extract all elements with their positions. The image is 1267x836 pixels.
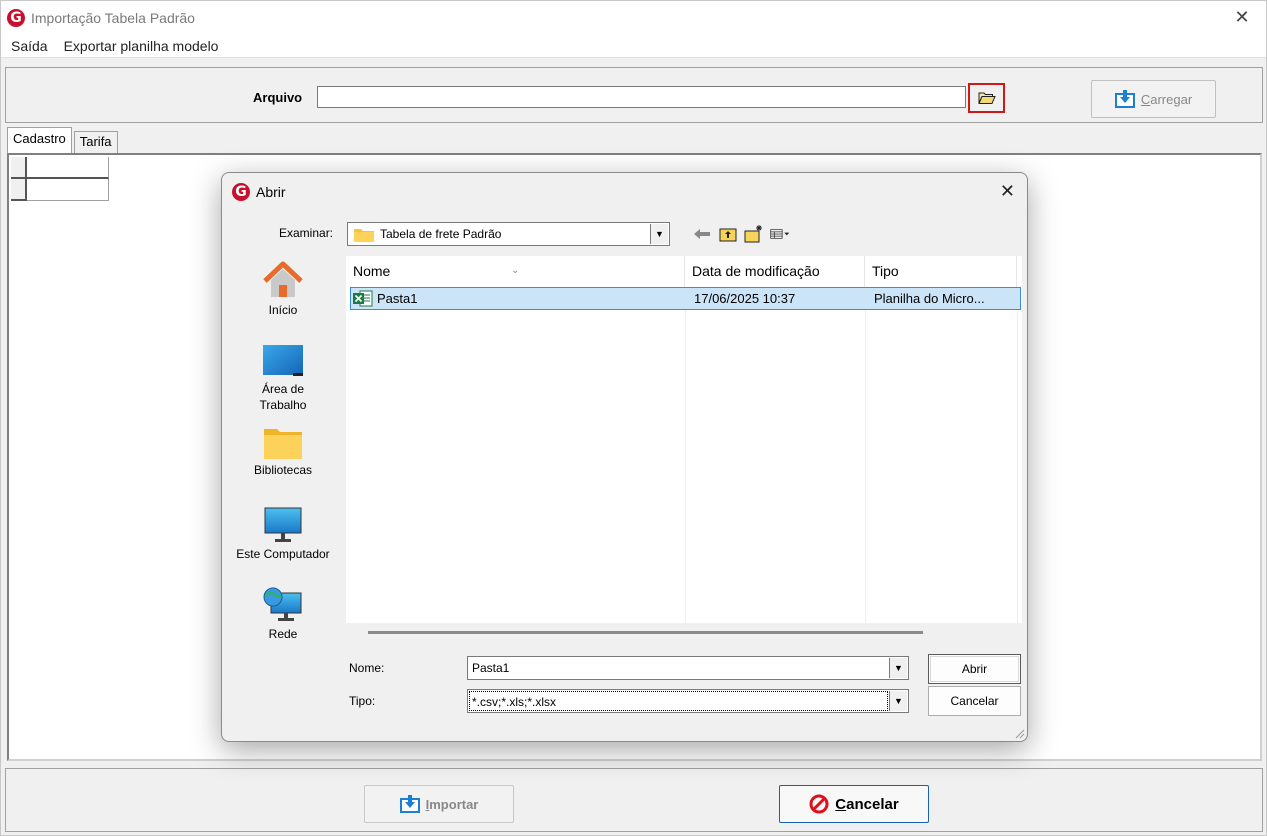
data-grid[interactable]	[11, 157, 109, 201]
folder-open-icon	[977, 92, 996, 104]
arquivo-input[interactable]	[317, 86, 966, 108]
app-logo-icon: G	[7, 8, 25, 27]
chevron-down-icon[interactable]: ▼	[650, 224, 668, 244]
carregar-button[interactable]: Carregar	[1091, 80, 1216, 118]
column-divider	[865, 287, 866, 623]
dialog-close-icon[interactable]: ✕	[1000, 181, 1015, 202]
column-header-tipo[interactable]: Tipo	[865, 256, 1017, 287]
place-label: Este Computador	[236, 547, 330, 561]
tab-tarifa[interactable]: Tarifa	[73, 131, 118, 153]
place-inicio[interactable]: Início	[230, 261, 336, 317]
cancel-prohibited-icon	[809, 794, 829, 814]
column-divider	[1017, 287, 1018, 623]
menu-bar: Saída Exportar planilha modelo	[1, 34, 1266, 58]
import-download-icon	[399, 795, 420, 813]
cancelar-label: Cancelar	[835, 795, 899, 813]
look-in-combo[interactable]: Tabela de frete Padrão ▼	[347, 222, 670, 246]
network-icon	[263, 587, 302, 621]
place-area-de-trabalho[interactable]: Área de Trabalho	[230, 345, 336, 413]
places-bar: Início Área de Trabalho Bibliotecas Este…	[230, 257, 336, 641]
importar-label: Importar	[425, 796, 479, 812]
grid-header-cell	[27, 157, 109, 179]
libraries-folder-icon	[264, 429, 302, 459]
grid-row	[11, 179, 109, 201]
tab-cadastro[interactable]: Cadastro	[7, 127, 72, 153]
sort-chevron-icon: ⌄	[511, 265, 520, 276]
file-list[interactable]: Nome ⌄ Data de modificação Tipo Pasta1 1…	[346, 256, 1022, 623]
home-icon	[263, 261, 303, 297]
file-name-value: Pasta1	[472, 661, 510, 675]
open-file-dialog: G Abrir ✕ Examinar: Tabela de frete Padr…	[221, 172, 1028, 742]
resize-grip-icon[interactable]	[1013, 727, 1025, 739]
place-label: Rede	[268, 627, 298, 641]
dialog-cancelar-button[interactable]: Cancelar	[928, 686, 1021, 716]
view-menu-icon[interactable]	[770, 224, 790, 244]
tab-strip: Cadastro Tarifa	[7, 127, 118, 153]
column-label: Nome	[353, 263, 391, 279]
file-name-combo[interactable]: Pasta1 ▼	[467, 656, 909, 680]
carregar-label: Carregar	[1140, 91, 1193, 107]
excel-file-icon	[353, 290, 373, 307]
place-label: Bibliotecas	[253, 463, 313, 477]
window-title: Importação Tabela Padrão	[31, 9, 195, 26]
file-row-pasta1[interactable]: Pasta1 17/06/2025 10:37 Planilha do Micr…	[350, 287, 1021, 310]
place-label: Início	[268, 303, 298, 317]
look-in-label: Examinar:	[279, 226, 334, 240]
file-name-cell: Pasta1	[351, 290, 690, 307]
place-bibliotecas[interactable]: Bibliotecas	[230, 427, 336, 477]
file-type-label: Tipo:	[349, 694, 376, 708]
file-type: Planilha do Micro...	[874, 291, 985, 306]
column-divider	[685, 287, 686, 623]
grid-header-row	[11, 157, 109, 179]
place-label: Área de Trabalho	[259, 382, 307, 412]
cancelar-button[interactable]: Cancelar	[779, 785, 929, 823]
file-name-label: Nome:	[349, 661, 385, 675]
new-folder-icon[interactable]	[744, 224, 764, 244]
importar-button[interactable]: Importar	[364, 785, 514, 823]
horizontal-scrollbar[interactable]	[368, 631, 923, 634]
back-arrow-icon[interactable]	[692, 224, 712, 244]
chevron-down-icon[interactable]: ▼	[889, 658, 907, 678]
file-modified: 17/06/2025 10:37	[694, 291, 796, 306]
folder-icon	[354, 228, 374, 242]
place-este-computador[interactable]: Este Computador	[230, 507, 336, 561]
column-header-nome[interactable]: Nome ⌄	[346, 256, 685, 287]
arquivo-label: Arquivo	[253, 90, 303, 105]
main-window: G Importação Tabela Padrão ✕ Saída Expor…	[0, 0, 1267, 836]
file-type-value: *.csv;*.xls;*.xlsx	[469, 691, 888, 711]
grid-row-indicator	[11, 179, 27, 201]
file-type-combo[interactable]: *.csv;*.xls;*.xlsx ▼	[467, 689, 909, 713]
place-rede[interactable]: Rede	[230, 587, 336, 641]
chevron-down-icon[interactable]: ▼	[889, 691, 907, 711]
close-icon[interactable]: ✕	[1232, 7, 1252, 27]
look-in-value: Tabela de frete Padrão	[380, 227, 502, 241]
up-folder-icon[interactable]	[718, 224, 738, 244]
browse-file-button[interactable]	[968, 83, 1005, 113]
menu-item-exportar-planilha[interactable]: Exportar planilha modelo	[56, 38, 227, 54]
file-name: Pasta1	[377, 291, 418, 306]
title-bar: G Importação Tabela Padrão ✕	[1, 1, 1266, 34]
download-icon	[1114, 90, 1135, 108]
computer-monitor-icon	[264, 507, 302, 542]
dialog-title-bar: G Abrir ✕	[222, 173, 1027, 211]
grid-corner-cell	[11, 157, 27, 179]
abrir-button[interactable]: Abrir	[928, 654, 1021, 684]
column-header-data[interactable]: Data de modificação	[685, 256, 865, 287]
dialog-logo-icon: G	[232, 183, 250, 201]
file-panel: Arquivo Carregar	[5, 67, 1263, 123]
grid-cell[interactable]	[27, 179, 109, 201]
desktop-icon	[263, 345, 303, 376]
bottom-bar: Importar Cancelar	[5, 768, 1263, 832]
menu-item-saida[interactable]: Saída	[1, 38, 56, 54]
dialog-toolbar	[692, 224, 790, 244]
dialog-title: Abrir	[256, 184, 286, 200]
